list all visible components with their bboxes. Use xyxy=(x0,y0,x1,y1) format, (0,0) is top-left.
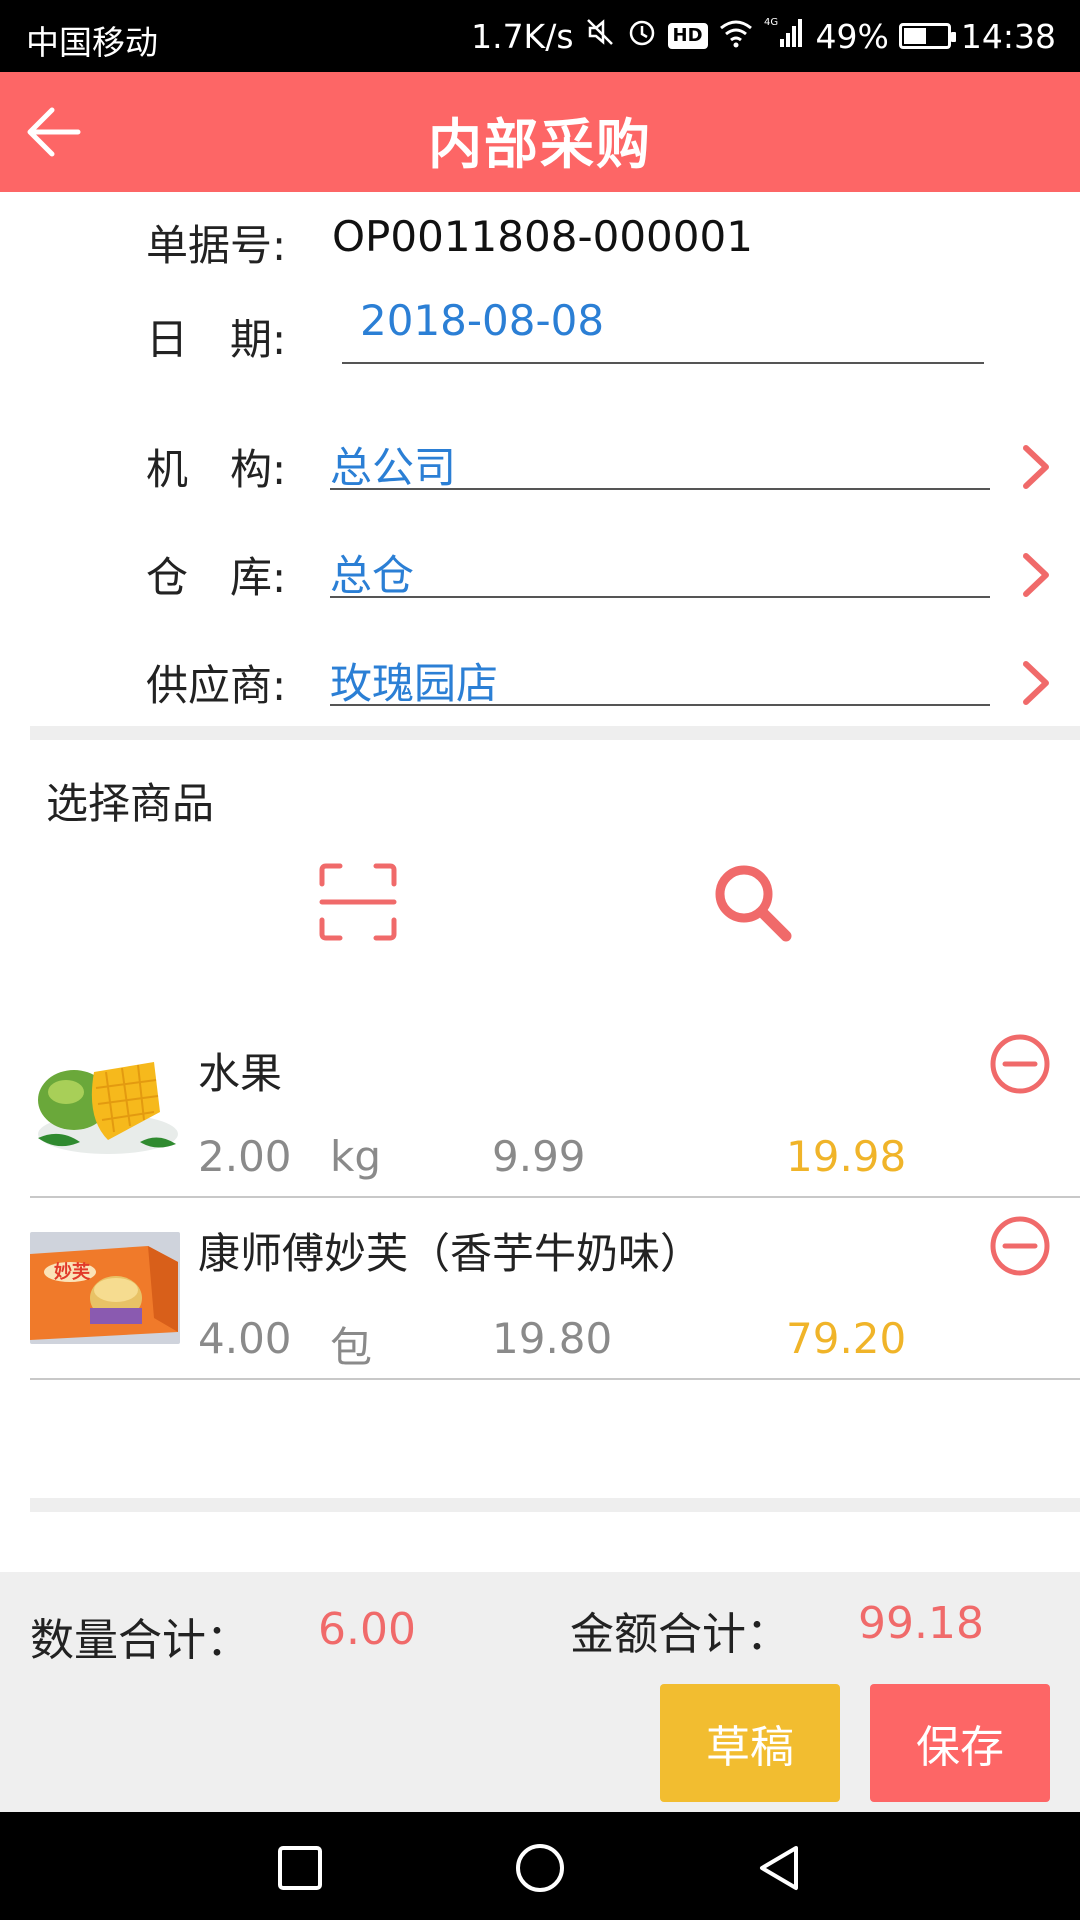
item-qty: 2.00 xyxy=(198,1132,292,1181)
item-qty: 4.00 xyxy=(198,1314,292,1363)
save-button[interactable]: 保存 xyxy=(870,1684,1050,1802)
amount-total-value: 99.18 xyxy=(858,1598,984,1649)
mute-icon xyxy=(584,16,616,56)
warehouse-underline xyxy=(330,596,990,598)
item-name: 康师傅妙芙（香芋牛奶味） xyxy=(198,1229,703,1278)
section-divider xyxy=(30,726,1080,740)
date-input[interactable]: 2018-08-08 xyxy=(360,296,604,345)
search-icon xyxy=(715,865,792,942)
section-divider xyxy=(30,1498,1080,1512)
qty-total-value: 6.00 xyxy=(318,1604,416,1655)
date-underline xyxy=(342,362,984,364)
network-speed: 1.7K/s xyxy=(471,16,574,56)
chevron-right-icon[interactable] xyxy=(1016,548,1056,602)
draft-button[interactable]: 草稿 xyxy=(660,1684,840,1802)
amount-total-label: 金额合计： xyxy=(570,1609,790,1660)
page-title: 内部采购 xyxy=(428,113,652,176)
system-nav-bar xyxy=(0,1812,1080,1920)
list-item[interactable]: 水果 2.00 kg 9.99 19.98 xyxy=(0,1018,1080,1198)
remove-item-icon[interactable] xyxy=(988,1214,1052,1278)
alarm-icon xyxy=(626,16,658,56)
hd-badge: HD xyxy=(667,23,708,49)
item-separator xyxy=(30,1378,1080,1380)
qty-total-label: 数量合计： xyxy=(30,1615,250,1666)
app-header: 内部采购 xyxy=(0,72,1080,192)
date-label: 日 期: xyxy=(146,315,287,364)
wifi-icon xyxy=(718,17,754,56)
item-separator xyxy=(30,1196,1080,1198)
battery-icon xyxy=(898,23,956,49)
doc-no-label: 单据号: xyxy=(146,221,287,270)
warehouse-label: 仓 库: xyxy=(146,553,287,602)
item-unit: 包 xyxy=(330,1323,373,1372)
supplier-underline xyxy=(330,704,990,706)
doc-no-value: OP0011808-000001 xyxy=(332,212,753,261)
totals-footer: 数量合计： 6.00 金额合计： 99.18 草稿 保存 xyxy=(0,1572,1080,1812)
mango-image xyxy=(30,1042,180,1162)
chevron-right-icon[interactable] xyxy=(1016,656,1056,710)
item-name: 水果 xyxy=(198,1049,283,1098)
item-unit: kg xyxy=(330,1132,381,1181)
item-amount: 79.20 xyxy=(786,1314,907,1363)
warehouse-value[interactable]: 总仓 xyxy=(330,542,414,603)
org-value[interactable]: 总公司 xyxy=(330,434,456,495)
recent-apps-icon[interactable] xyxy=(272,1840,328,1896)
org-label: 机 构: xyxy=(146,445,287,494)
supplier-value[interactable]: 玫瑰园店 xyxy=(330,650,498,711)
supplier-label: 供应商: xyxy=(146,661,287,710)
cake-box-image: 妙芙 xyxy=(30,1232,180,1344)
item-price: 19.80 xyxy=(492,1314,613,1363)
remove-item-icon[interactable] xyxy=(988,1032,1052,1096)
battery-percent: 49% xyxy=(815,16,889,56)
section-title: 选择商品 xyxy=(46,779,215,828)
chevron-right-icon[interactable] xyxy=(1016,440,1056,494)
search-button[interactable] xyxy=(712,862,794,944)
list-item[interactable]: 妙芙 康师傅妙芙（香芋牛奶味） 4.00 包 19.80 79.20 xyxy=(0,1200,1080,1380)
scan-button[interactable] xyxy=(318,862,398,942)
svg-text:妙芙: 妙芙 xyxy=(54,1261,91,1283)
item-price: 9.99 xyxy=(492,1132,586,1181)
status-icons: 1.7K/s HD 4G 49% 14:38 xyxy=(471,14,1056,58)
network-type: 4G xyxy=(764,17,778,28)
clock: 14:38 xyxy=(960,16,1056,56)
signal-icon: 4G xyxy=(764,15,806,57)
org-underline xyxy=(330,488,990,490)
item-amount: 19.98 xyxy=(786,1132,907,1181)
carrier-name: 中国移动 xyxy=(26,23,158,62)
status-bar: 中国移动 1.7K/s HD 4G 49% 14:38 xyxy=(0,0,1080,72)
home-icon[interactable] xyxy=(512,1840,568,1896)
scan-icon xyxy=(319,863,397,941)
back-nav-icon[interactable] xyxy=(752,1840,808,1896)
